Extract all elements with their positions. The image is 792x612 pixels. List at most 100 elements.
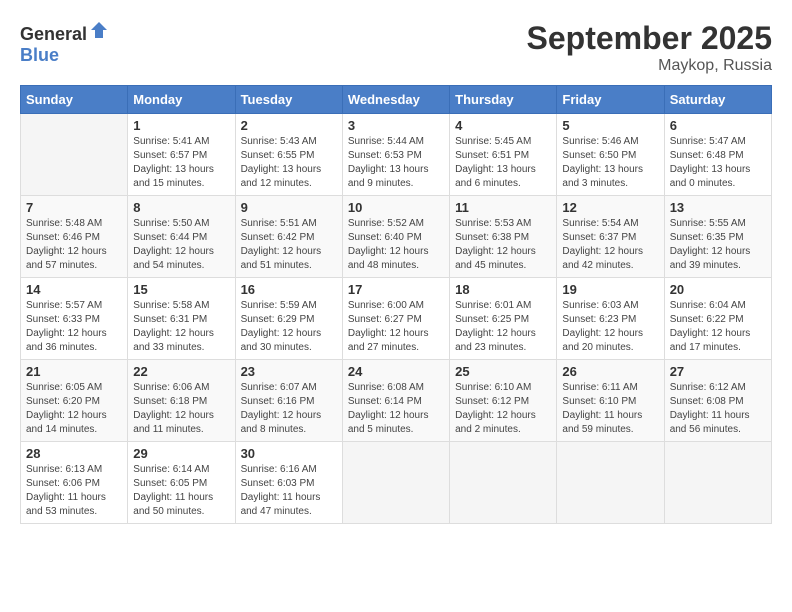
calendar-cell: 1Sunrise: 5:41 AMSunset: 6:57 PMDaylight…: [128, 114, 235, 196]
day-info: Sunrise: 5:54 AMSunset: 6:37 PMDaylight:…: [562, 217, 658, 273]
location-title: Maykop, Russia: [527, 57, 772, 75]
calendar-cell: 28 Sunrise: 6:13 AMSunset: 6:06 PMDayligh…: [21, 442, 128, 524]
day-number: 15: [133, 282, 229, 297]
calendar-week-row: 28 Sunrise: 6:13 AMSunset: 6:06 PMDayligh…: [21, 442, 772, 524]
calendar-header-row: SundayMondayTuesdayWednesdayThursdayFrid…: [21, 86, 772, 114]
day-info: Sunrise: 6:14 AMSunset: 6:05 PMDaylight:…: [133, 463, 229, 519]
day-info: Sunrise: 6:11 AMSunset: 6:10 PMDaylight:…: [562, 381, 658, 437]
calendar-cell: 27Sunrise: 6:12 AMSunset: 6:08 PMDayligh…: [664, 360, 771, 442]
logo: General Blue: [20, 20, 109, 66]
day-info: Sunrise: 6:04 AMSunset: 6:22 PMDaylight:…: [670, 299, 766, 355]
calendar-cell: 30Sunrise: 6:16 AMSunset: 6:03 PMDayligh…: [235, 442, 342, 524]
calendar-cell: 17 Sunrise: 6:00 AMSunset: 6:27 PMDayligh…: [342, 278, 449, 360]
day-number: 6: [670, 118, 766, 133]
calendar-cell: 25 Sunrise: 6:10 AMSunset: 6:12 PMDayligh…: [450, 360, 557, 442]
day-number: 26: [562, 364, 658, 379]
logo-text: General Blue: [20, 20, 109, 66]
calendar-cell: 22 Sunrise: 6:06 AMSunset: 6:18 PMDayligh…: [128, 360, 235, 442]
calendar-cell: 24 Sunrise: 6:08 AMSunset: 6:14 PMDayligh…: [342, 360, 449, 442]
calendar-cell: 10Sunrise: 5:52 AMSunset: 6:40 PMDayligh…: [342, 196, 449, 278]
day-of-week-header: Saturday: [664, 86, 771, 114]
calendar-week-row: 21 Sunrise: 6:05 AMSunset: 6:20 PMDayligh…: [21, 360, 772, 442]
day-number: 19: [562, 282, 658, 297]
calendar-cell: 4 Sunrise: 5:45 AMSunset: 6:51 PMDaylight…: [450, 114, 557, 196]
day-info: Sunrise: 5:57 AMSunset: 6:33 PMDaylight:…: [26, 299, 122, 355]
day-number: 22: [133, 364, 229, 379]
day-info: Sunrise: 5:45 AMSunset: 6:51 PMDaylight:…: [455, 135, 551, 191]
day-info: Sunrise: 5:50 AMSunset: 6:44 PMDaylight:…: [133, 217, 229, 273]
logo-icon: [89, 20, 109, 40]
day-info: Sunrise: 5:53 AMSunset: 6:38 PMDaylight:…: [455, 217, 551, 273]
calendar-cell: 16 Sunrise: 5:59 AMSunset: 6:29 PMDayligh…: [235, 278, 342, 360]
calendar-cell: 20 Sunrise: 6:04 AMSunset: 6:22 PMDayligh…: [664, 278, 771, 360]
calendar-cell: 13 Sunrise: 5:55 AMSunset: 6:35 PMDayligh…: [664, 196, 771, 278]
day-number: 12: [562, 200, 658, 215]
day-number: 17: [348, 282, 444, 297]
day-info: Sunrise: 6:10 AMSunset: 6:12 PMDaylight:…: [455, 381, 551, 437]
day-info: Sunrise: 6:03 AMSunset: 6:23 PMDaylight:…: [562, 299, 658, 355]
calendar-cell: 14 Sunrise: 5:57 AMSunset: 6:33 PMDayligh…: [21, 278, 128, 360]
calendar-cell: 5Sunrise: 5:46 AMSunset: 6:50 PMDaylight…: [557, 114, 664, 196]
calendar-cell: 3 Sunrise: 5:44 AMSunset: 6:53 PMDaylight…: [342, 114, 449, 196]
day-info: Sunrise: 6:06 AMSunset: 6:18 PMDaylight:…: [133, 381, 229, 437]
day-number: 7: [26, 200, 122, 215]
calendar-cell: [21, 114, 128, 196]
day-info: Sunrise: 5:48 AMSunset: 6:46 PMDaylight:…: [26, 217, 122, 273]
day-number: 20: [670, 282, 766, 297]
calendar-cell: 23 Sunrise: 6:07 AMSunset: 6:16 PMDayligh…: [235, 360, 342, 442]
day-number: 21: [26, 364, 122, 379]
day-info: Sunrise: 5:44 AMSunset: 6:53 PMDaylight:…: [348, 135, 444, 191]
calendar-cell: [450, 442, 557, 524]
day-number: 16: [241, 282, 337, 297]
logo-blue: Blue: [20, 45, 59, 65]
day-info: Sunrise: 6:08 AMSunset: 6:14 PMDaylight:…: [348, 381, 444, 437]
day-number: 25: [455, 364, 551, 379]
day-of-week-header: Thursday: [450, 86, 557, 114]
calendar-cell: 7 Sunrise: 5:48 AMSunset: 6:46 PMDaylight…: [21, 196, 128, 278]
calendar-week-row: 14 Sunrise: 5:57 AMSunset: 6:33 PMDayligh…: [21, 278, 772, 360]
calendar-cell: 6 Sunrise: 5:47 AMSunset: 6:48 PMDaylight…: [664, 114, 771, 196]
calendar-cell: 12 Sunrise: 5:54 AMSunset: 6:37 PMDayligh…: [557, 196, 664, 278]
calendar-week-row: 7 Sunrise: 5:48 AMSunset: 6:46 PMDaylight…: [21, 196, 772, 278]
calendar-cell: 2 Sunrise: 5:43 AMSunset: 6:55 PMDaylight…: [235, 114, 342, 196]
day-number: 14: [26, 282, 122, 297]
calendar-cell: 26 Sunrise: 6:11 AMSunset: 6:10 PMDayligh…: [557, 360, 664, 442]
day-of-week-header: Monday: [128, 86, 235, 114]
day-number: 9: [241, 200, 337, 215]
day-info: Sunrise: 5:43 AMSunset: 6:55 PMDaylight:…: [241, 135, 337, 191]
page-header: General Blue September 2025 Maykop, Russ…: [20, 20, 772, 75]
day-number: 4: [455, 118, 551, 133]
day-number: 2: [241, 118, 337, 133]
day-number: 28: [26, 446, 122, 461]
calendar-cell: 15Sunrise: 5:58 AMSunset: 6:31 PMDayligh…: [128, 278, 235, 360]
calendar-cell: 9 Sunrise: 5:51 AMSunset: 6:42 PMDaylight…: [235, 196, 342, 278]
day-number: 1: [133, 118, 229, 133]
day-number: 18: [455, 282, 551, 297]
day-info: Sunrise: 6:05 AMSunset: 6:20 PMDaylight:…: [26, 381, 122, 437]
day-info: Sunrise: 6:07 AMSunset: 6:16 PMDaylight:…: [241, 381, 337, 437]
calendar-table: SundayMondayTuesdayWednesdayThursdayFrid…: [20, 85, 772, 524]
calendar-cell: 8 Sunrise: 5:50 AMSunset: 6:44 PMDaylight…: [128, 196, 235, 278]
day-number: 10: [348, 200, 444, 215]
day-number: 23: [241, 364, 337, 379]
day-of-week-header: Tuesday: [235, 86, 342, 114]
day-number: 29: [133, 446, 229, 461]
day-info: Sunrise: 5:55 AMSunset: 6:35 PMDaylight:…: [670, 217, 766, 273]
calendar-cell: [664, 442, 771, 524]
month-title: September 2025: [527, 20, 772, 57]
day-number: 3: [348, 118, 444, 133]
day-number: 11: [455, 200, 551, 215]
day-number: 8: [133, 200, 229, 215]
day-info: Sunrise: 5:59 AMSunset: 6:29 PMDaylight:…: [241, 299, 337, 355]
day-info: Sunrise: 6:13 AMSunset: 6:06 PMDaylight:…: [26, 463, 122, 519]
day-info: Sunrise: 6:16 AMSunset: 6:03 PMDaylight:…: [241, 463, 337, 519]
calendar-cell: [557, 442, 664, 524]
calendar-cell: 11 Sunrise: 5:53 AMSunset: 6:38 PMDayligh…: [450, 196, 557, 278]
calendar-cell: [342, 442, 449, 524]
day-number: 24: [348, 364, 444, 379]
day-info: Sunrise: 5:47 AMSunset: 6:48 PMDaylight:…: [670, 135, 766, 191]
day-info: Sunrise: 6:00 AMSunset: 6:27 PMDaylight:…: [348, 299, 444, 355]
day-of-week-header: Sunday: [21, 86, 128, 114]
day-info: Sunrise: 5:51 AMSunset: 6:42 PMDaylight:…: [241, 217, 337, 273]
day-number: 13: [670, 200, 766, 215]
